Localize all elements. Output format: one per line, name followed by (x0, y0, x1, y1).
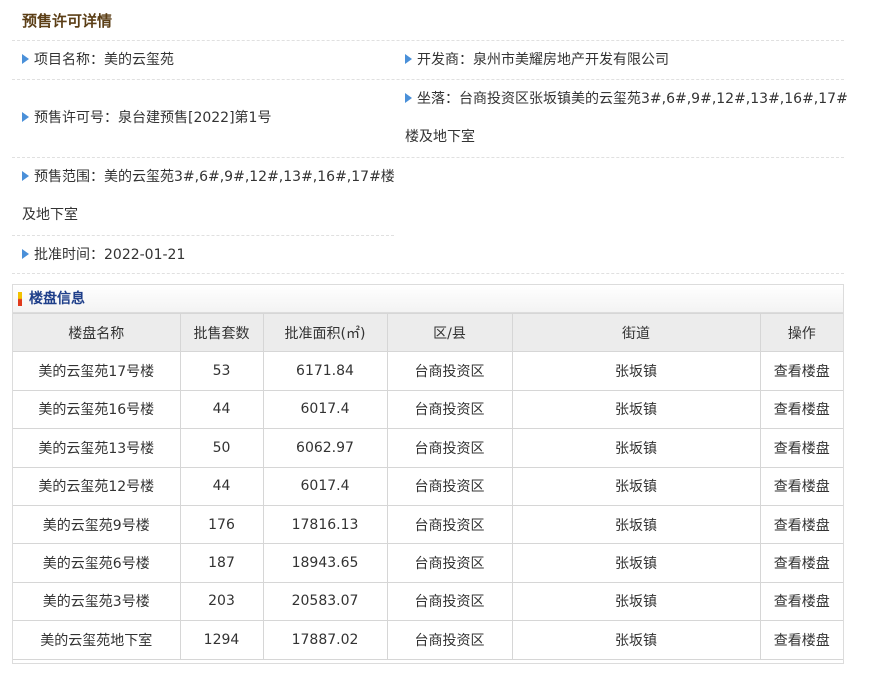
view-building-link[interactable]: 查看楼盘 (759, 351, 843, 391)
field-value: 2022-01-21 (104, 247, 186, 263)
area-cell: 17816.13 (262, 504, 388, 545)
unit-count-cell: 44 (179, 466, 264, 506)
field-value: 及地下室 (22, 207, 78, 223)
view-building-link[interactable]: 查看楼盘 (759, 543, 843, 583)
triangle-right-icon (405, 54, 412, 64)
approval-date-field: 批准时间：2022-01-21 (22, 236, 185, 274)
table-row: 美的云玺苑17号楼 53 6171.84 台商投资区 张坂镇 查看楼盘 (13, 351, 843, 391)
column-header: 楼盘名称 (13, 312, 181, 353)
field-value: 美的云玺苑 (104, 52, 174, 68)
district-cell: 台商投资区 (386, 351, 513, 391)
table-row: 美的云玺苑6号楼 187 18943.65 台商投资区 张坂镇 查看楼盘 (13, 543, 843, 583)
unit-count-cell: 1294 (179, 620, 264, 660)
street-cell: 张坂镇 (511, 581, 761, 622)
table-row: 美的云玺苑16号楼 44 6017.4 台商投资区 张坂镇 查看楼盘 (13, 389, 843, 430)
view-building-link[interactable]: 查看楼盘 (759, 504, 843, 545)
field-label: 预售许可号： (34, 110, 118, 126)
street-cell: 张坂镇 (511, 389, 761, 430)
table-row: 美的云玺苑3号楼 203 20583.07 台商投资区 张坂镇 查看楼盘 (13, 581, 843, 622)
field-label: 坐落： (417, 91, 459, 107)
location-field-continued: 楼及地下室 (405, 118, 475, 156)
area-cell: 18943.65 (262, 543, 388, 583)
area-cell: 6171.84 (262, 351, 388, 391)
area-cell: 20583.07 (262, 581, 388, 622)
view-building-link[interactable]: 查看楼盘 (759, 389, 843, 430)
district-cell: 台商投资区 (386, 428, 513, 468)
district-cell: 台商投资区 (386, 581, 513, 622)
triangle-right-icon (22, 112, 29, 122)
building-name-cell: 美的云玺苑6号楼 (13, 543, 181, 583)
district-cell: 台商投资区 (386, 389, 513, 430)
district-cell: 台商投资区 (386, 466, 513, 506)
street-cell: 张坂镇 (511, 504, 761, 545)
building-table: 楼盘名称 批售套数 批准面积(㎡) 区/县 街道 操作 美的云玺苑17号楼 53… (13, 312, 843, 660)
unit-count-cell: 50 (179, 428, 264, 468)
table-row: 美的云玺苑9号楼 176 17816.13 台商投资区 张坂镇 查看楼盘 (13, 504, 843, 545)
field-value: 泉台建预售[2022]第1号 (118, 110, 272, 126)
triangle-right-icon (22, 54, 29, 64)
bar-marker-icon (18, 292, 22, 306)
view-building-link[interactable]: 查看楼盘 (759, 620, 843, 660)
building-name-cell: 美的云玺苑9号楼 (13, 504, 181, 545)
permit-number-field: 预售许可号：泉台建预售[2022]第1号 (22, 99, 271, 137)
field-label: 预售范围： (34, 169, 104, 185)
area-cell: 6062.97 (262, 428, 388, 468)
location-field: 坐落：台商投资区张坂镇美的云玺苑3#,6#,9#,12#,13#,16#,17# (405, 80, 848, 118)
table-row: 美的云玺苑地下室 1294 17887.02 台商投资区 张坂镇 查看楼盘 (13, 620, 843, 660)
column-header: 区/县 (386, 312, 513, 353)
project-name-field: 项目名称：美的云玺苑 (22, 41, 174, 79)
district-cell: 台商投资区 (386, 620, 513, 660)
unit-count-cell: 53 (179, 351, 264, 391)
table-row: 美的云玺苑12号楼 44 6017.4 台商投资区 张坂镇 查看楼盘 (13, 466, 843, 506)
view-building-link[interactable]: 查看楼盘 (759, 466, 843, 506)
field-label: 项目名称： (34, 52, 104, 68)
unit-count-cell: 176 (179, 504, 264, 545)
field-label: 开发商： (417, 52, 473, 68)
developer-field: 开发商：泉州市美耀房地产开发有限公司 (405, 41, 669, 79)
field-value: 台商投资区张坂镇美的云玺苑3#,6#,9#,12#,13#,16#,17# (459, 91, 848, 107)
field-value: 泉州市美耀房地产开发有限公司 (473, 52, 669, 68)
sale-scope-field-continued: 及地下室 (22, 196, 78, 234)
page-title: 预售许可详情 (22, 12, 113, 30)
table-row: 美的云玺苑13号楼 50 6062.97 台商投资区 张坂镇 查看楼盘 (13, 428, 843, 468)
column-header: 街道 (511, 312, 761, 353)
street-cell: 张坂镇 (511, 543, 761, 583)
view-building-link[interactable]: 查看楼盘 (759, 581, 843, 622)
view-building-link[interactable]: 查看楼盘 (759, 428, 843, 468)
street-cell: 张坂镇 (511, 466, 761, 506)
unit-count-cell: 187 (179, 543, 264, 583)
building-name-cell: 美的云玺苑17号楼 (13, 351, 181, 391)
street-cell: 张坂镇 (511, 428, 761, 468)
column-header: 批售套数 (179, 312, 264, 353)
street-cell: 张坂镇 (511, 351, 761, 391)
field-value: 楼及地下室 (405, 129, 475, 145)
building-name-cell: 美的云玺苑12号楼 (13, 466, 181, 506)
field-value: 美的云玺苑3#,6#,9#,12#,13#,16#,17#楼 (104, 169, 395, 185)
triangle-right-icon (22, 249, 29, 259)
panel-header: 楼盘信息 (13, 285, 843, 313)
triangle-right-icon (405, 93, 412, 103)
district-cell: 台商投资区 (386, 543, 513, 583)
building-name-cell: 美的云玺苑16号楼 (13, 389, 181, 430)
table-header-row: 楼盘名称 批售套数 批准面积(㎡) 区/县 街道 操作 (13, 312, 843, 353)
sale-scope-field: 预售范围：美的云玺苑3#,6#,9#,12#,13#,16#,17#楼 (22, 158, 395, 196)
area-cell: 17887.02 (262, 620, 388, 660)
column-header: 操作 (759, 312, 843, 353)
building-name-cell: 美的云玺苑3号楼 (13, 581, 181, 622)
unit-count-cell: 203 (179, 581, 264, 622)
building-info-panel: 楼盘信息 楼盘名称 批售套数 批准面积(㎡) 区/县 街道 操作 美的云玺苑17… (12, 284, 844, 664)
area-cell: 6017.4 (262, 389, 388, 430)
field-label: 批准时间： (34, 247, 104, 263)
building-name-cell: 美的云玺苑地下室 (13, 620, 181, 660)
district-cell: 台商投资区 (386, 504, 513, 545)
unit-count-cell: 44 (179, 389, 264, 430)
building-name-cell: 美的云玺苑13号楼 (13, 428, 181, 468)
panel-title: 楼盘信息 (29, 291, 85, 307)
area-cell: 6017.4 (262, 466, 388, 506)
column-header: 批准面积(㎡) (262, 312, 388, 353)
street-cell: 张坂镇 (511, 620, 761, 660)
triangle-right-icon (22, 171, 29, 181)
